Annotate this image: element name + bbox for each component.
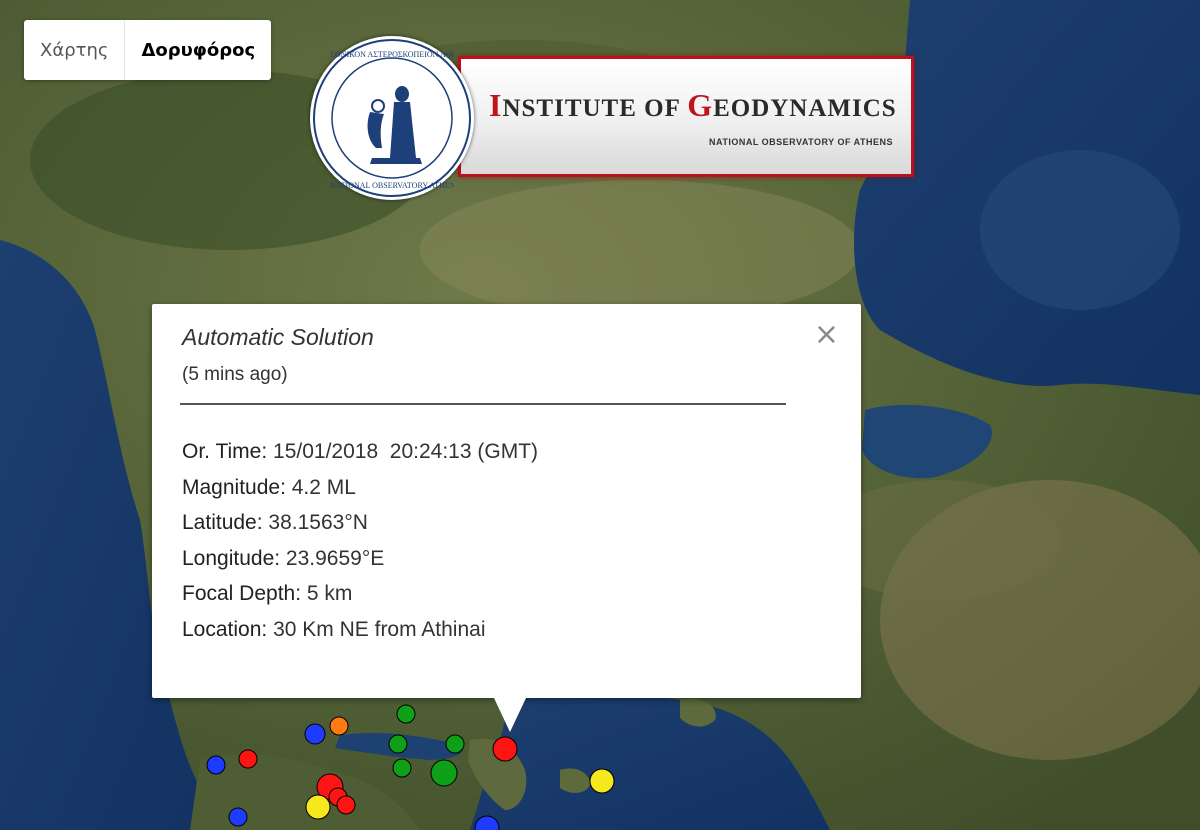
seal-bottom-text: NATIONAL OBSERVATORY ATHENS: [330, 181, 454, 190]
field-label: Location:: [182, 617, 268, 641]
info-title: Automatic Solution: [182, 324, 374, 350]
map-type-map-button[interactable]: Χάρτης: [24, 20, 124, 80]
seal-graphic: [313, 39, 471, 197]
field-focal-depth: Focal Depth: 5 km: [182, 576, 538, 612]
logo-title-initial-2: G: [687, 87, 714, 123]
earthquake-marker-green[interactable]: [430, 759, 458, 787]
field-value: 30 Km NE from Athinai: [267, 617, 486, 641]
field-value: 5 km: [301, 582, 353, 605]
institute-logo: INSTITUTE OF GEODYNAMICS NATIONAL OBSERV…: [310, 36, 914, 200]
earthquake-marker-green[interactable]: [396, 704, 416, 724]
earthquake-marker-blue[interactable]: [206, 755, 226, 775]
earthquake-marker-blue[interactable]: [304, 723, 326, 745]
info-time-ago: (5 mins ago): [182, 364, 288, 385]
field-latitude: Latitude: 38.1563°N: [182, 505, 538, 541]
close-icon[interactable]: ×: [814, 320, 839, 350]
earthquake-marker-green[interactable]: [388, 734, 408, 754]
field-location: Location: 30 Km NE from Athinai: [182, 612, 538, 648]
black-sea-shade: [980, 150, 1180, 310]
map-type-control[interactable]: Χάρτης Δορυφόρος: [24, 20, 272, 80]
field-magnitude: Magnitude: 4.2 ML: [182, 470, 538, 506]
earthquake-marker-green[interactable]: [392, 758, 412, 778]
logo-banner: INSTITUTE OF GEODYNAMICS NATIONAL OBSERV…: [458, 56, 914, 177]
logo-title-part-2: EODYNAMICS: [713, 95, 897, 122]
field-label: Magnitude:: [182, 475, 286, 499]
field-value: 4.2 ML: [285, 475, 356, 499]
field-origin-time: Or. Time: 15/01/2018 20:24:13 (GMT): [182, 434, 538, 470]
map-type-satellite-button[interactable]: Δορυφόρος: [125, 20, 271, 80]
logo-title-initial-1: I: [489, 87, 503, 123]
land-patch: [420, 180, 860, 320]
selected-earthquake-marker-red[interactable]: [492, 736, 518, 762]
field-label: Focal Depth:: [182, 582, 302, 605]
field-value: 15/01/2018 20:24:13 (GMT): [267, 440, 539, 463]
field-longitude: Longitude: 23.9659°E: [182, 541, 538, 577]
info-window-pointer: [494, 698, 526, 732]
seal-top-text: ΕΘΝΙΚΟΝ ΑΣΤΕΡΟΣΚΟΠΕΙΟΝ ΑΘΗΝΩΝ: [330, 50, 454, 59]
field-label: Latitude:: [182, 511, 263, 534]
observatory-seal-icon: ΕΘΝΙΚΟΝ ΑΣΤΕΡΟΣΚΟΠΕΙΟΝ ΑΘΗΝΩΝ NATIONAL O…: [310, 36, 474, 200]
earthquake-marker-yellow[interactable]: [589, 768, 615, 794]
earthquake-marker-green[interactable]: [445, 734, 465, 754]
field-label: Longitude:: [182, 546, 281, 570]
field-value: 23.9659°E: [280, 546, 385, 570]
earthquake-marker-orange[interactable]: [329, 716, 349, 736]
info-fields: Or. Time: 15/01/2018 20:24:13 (GMT) Magn…: [182, 434, 538, 647]
earthquake-marker-red[interactable]: [238, 749, 258, 769]
logo-title-part-1: NSTITUTE OF: [502, 95, 688, 122]
logo-title: INSTITUTE OF GEODYNAMICS: [489, 87, 897, 124]
field-label: Or. Time:: [182, 440, 268, 463]
info-divider: [180, 403, 786, 405]
earthquake-info-window: × Automatic Solution (5 mins ago) Or. Ti…: [152, 304, 861, 698]
earthquake-marker-blue[interactable]: [228, 807, 248, 827]
earthquake-marker-red[interactable]: [336, 795, 356, 815]
logo-subtitle: NATIONAL OBSERVATORY OF ATHENS: [708, 137, 893, 147]
earthquake-marker-yellow[interactable]: [305, 794, 331, 820]
field-value: 38.1563°N: [262, 511, 368, 534]
